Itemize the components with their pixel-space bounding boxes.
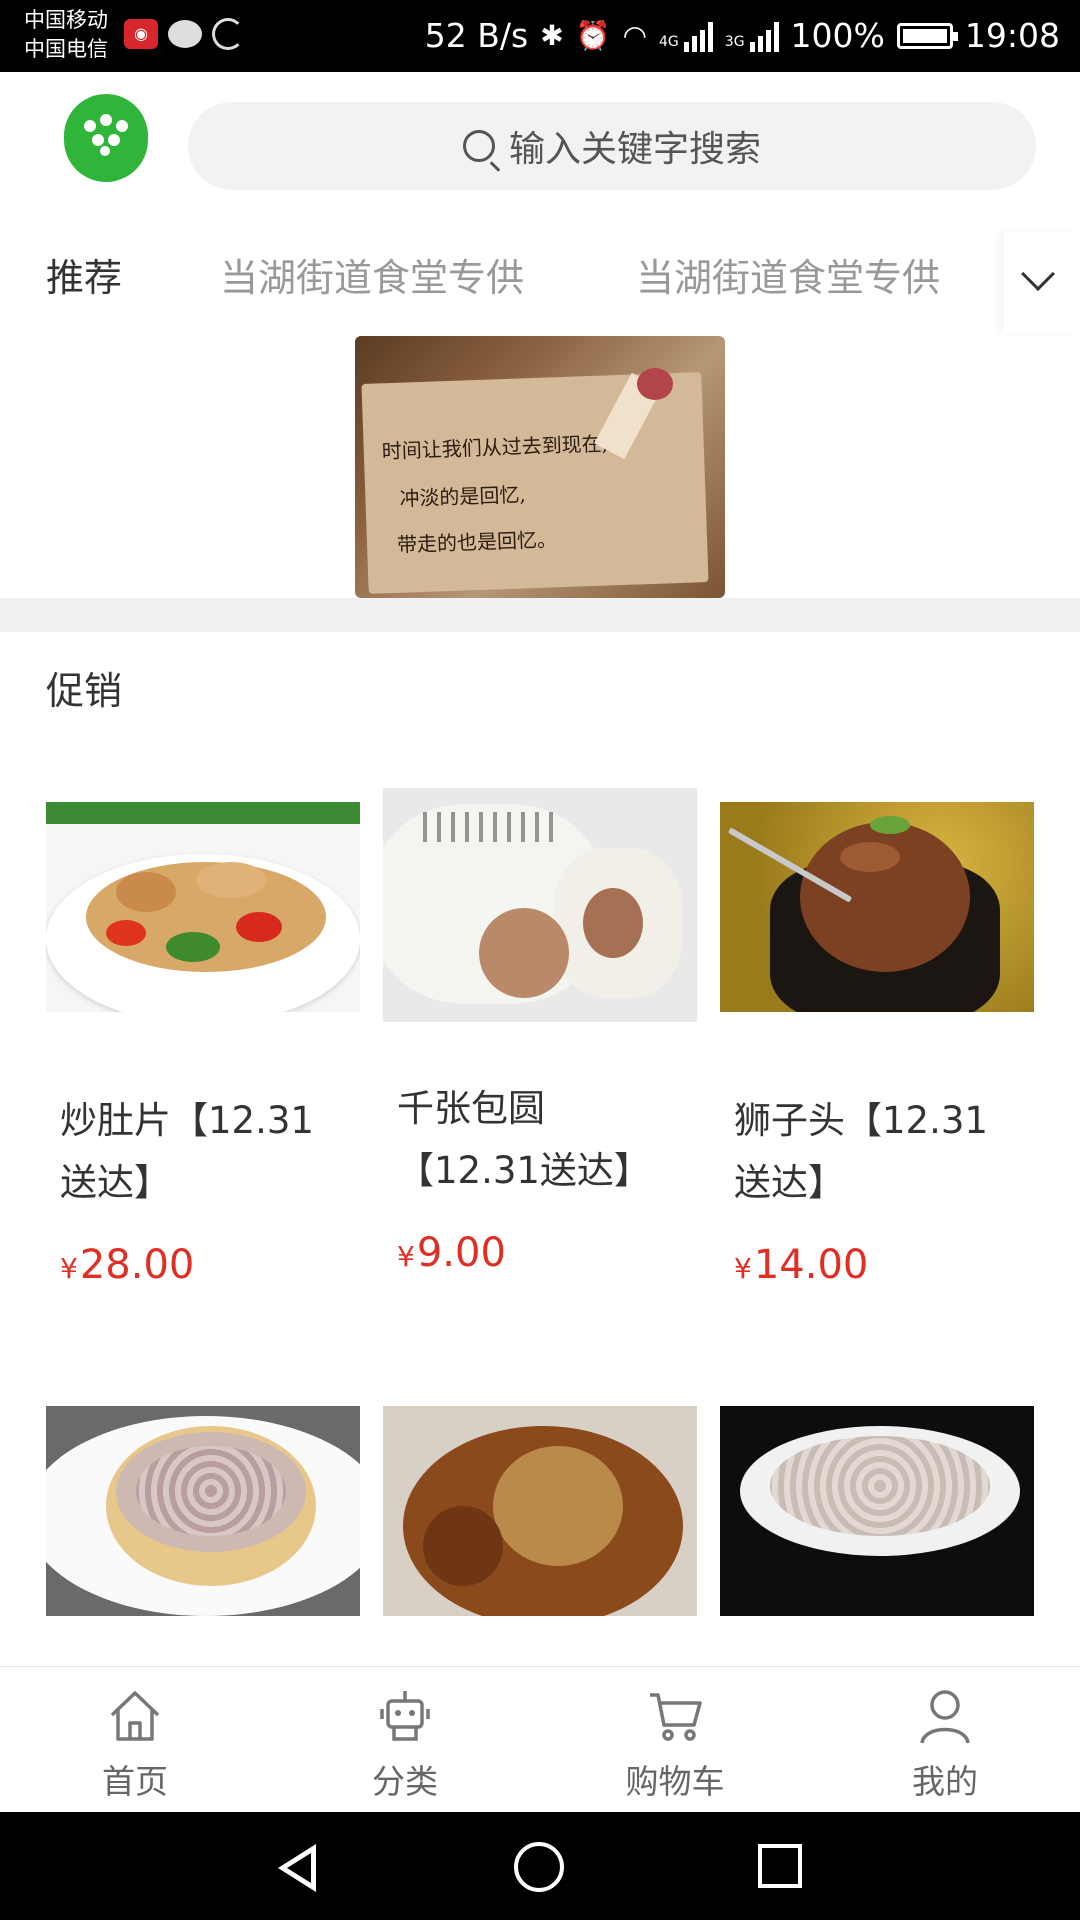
promo-section-title: 促销 [46, 669, 123, 713]
category-icon [380, 1691, 430, 1741]
product-name: 狮子头【12.31送达】 [734, 1099, 988, 1204]
home-icon [110, 1691, 160, 1741]
price-value: 9.00 [416, 1230, 506, 1276]
product-price: ¥14.00 [720, 1242, 1034, 1288]
product-card[interactable]: 炒肚片【12.31送达】 ¥28.00 [46, 790, 360, 1288]
battery-level [902, 29, 947, 43]
carrier-info: 中国移动 中国电信 [24, 6, 108, 64]
product-card[interactable] [383, 1406, 697, 1616]
search-bar[interactable]: 输入关键字搜索 [188, 102, 1036, 190]
cart-icon [650, 1693, 702, 1741]
product-card[interactable]: 狮子头【12.31送达】 ¥14.00 [720, 790, 1034, 1288]
banner-line-1: 时间让我们从过去到现在, [381, 431, 609, 464]
product-image [46, 802, 360, 1012]
network-speed: 52 B/s [424, 16, 529, 55]
product-name: 炒肚片【12.31送达】 [60, 1099, 314, 1204]
weibo-icon: ◉ [124, 19, 158, 49]
nav-home[interactable]: 首页 [0, 1667, 270, 1813]
carrier-1: 中国移动 [24, 8, 108, 32]
nav-category[interactable]: 分类 [270, 1667, 540, 1813]
currency-symbol: ¥ [734, 1252, 752, 1285]
nav-cart-label: 购物车 [625, 1762, 725, 1801]
nav-profile[interactable]: 我的 [810, 1667, 1080, 1813]
home-circle-icon[interactable] [514, 1842, 564, 1892]
app-logo[interactable] [64, 94, 148, 182]
price-value: 14.00 [753, 1242, 869, 1288]
section-divider [0, 598, 1080, 632]
signal-3g-icon: 3G [725, 20, 779, 52]
status-bar: 中国移动 中国电信 ◉ 52 B/s ✱ ⏰ ◠ 4G 3G 100% 19:0… [0, 0, 1080, 72]
back-icon-inner [287, 1853, 311, 1883]
tab-recommend[interactable]: 推荐 [46, 252, 122, 304]
search-placeholder: 输入关键字搜索 [508, 129, 761, 170]
tabs-expand-button[interactable] [1004, 232, 1080, 332]
logo-dots-icon [84, 114, 128, 156]
signal-4g-label: 4G [659, 34, 679, 50]
product-price: ¥9.00 [383, 1230, 697, 1276]
system-navigation-bar [0, 1812, 1080, 1920]
nav-cart[interactable]: 购物车 [540, 1667, 810, 1813]
product-image [383, 1406, 697, 1616]
user-icon [920, 1690, 970, 1744]
signal-4g-icon: 4G [659, 20, 713, 52]
alarm-icon: ⏰ [575, 19, 611, 52]
currency-symbol: ¥ [397, 1240, 415, 1273]
nav-profile-label: 我的 [912, 1762, 978, 1801]
nav-home-label: 首页 [102, 1762, 168, 1801]
product-image [720, 1406, 1034, 1616]
banner-line-2: 冲淡的是回忆, [399, 482, 527, 511]
product-image [383, 788, 697, 1022]
nav-category-label: 分类 [372, 1762, 438, 1801]
product-card[interactable] [46, 1406, 360, 1616]
product-name: 千张包圆【12.31送达】 [397, 1087, 651, 1192]
search-icon [462, 130, 495, 162]
banner-note-card: 时间让我们从过去到现在, 冲淡的是回忆, 带走的也是回忆。 [361, 372, 709, 594]
banner-pig-ornament [637, 368, 673, 400]
carrier-2: 中国电信 [24, 37, 108, 61]
product-card[interactable] [720, 1406, 1034, 1616]
tab-canteen-2[interactable]: 当湖街道食堂专供 [636, 252, 940, 304]
currency-symbol: ¥ [60, 1252, 78, 1285]
battery-icon [896, 23, 958, 49]
recent-apps-icon[interactable] [758, 1844, 802, 1888]
system-status: 52 B/s ✱ ⏰ ◠ 4G 3G 100% 19:08 [425, 14, 1060, 58]
signal-3g-label: 3G [724, 34, 745, 50]
category-tabs: 推荐 当湖街道食堂专供 当湖街道食堂专供 [0, 232, 1080, 332]
message-icon [168, 20, 202, 48]
product-image [720, 802, 1034, 1012]
product-image [46, 1406, 360, 1616]
price-value: 28.00 [79, 1242, 195, 1288]
product-price: ¥28.00 [46, 1242, 360, 1288]
wifi-icon: ◠ [622, 19, 648, 52]
tab-canteen-1[interactable]: 当湖街道食堂专供 [220, 252, 524, 304]
bluetooth-icon: ✱ [540, 19, 564, 52]
notification-icons: ◉ [124, 18, 244, 50]
battery-percent: 100% [790, 16, 885, 55]
banner-line-3: 带走的也是回忆。 [396, 527, 558, 557]
clock: 19:08 [964, 16, 1060, 55]
banner-image[interactable]: 时间让我们从过去到现在, 冲淡的是回忆, 带走的也是回忆。 [355, 336, 725, 598]
sync-icon [212, 18, 244, 50]
chevron-down-icon [1021, 257, 1055, 291]
bottom-navigation: 首页 分类 购物车 我的 [0, 1666, 1080, 1812]
product-card[interactable]: 千张包圆【12.31送达】 ¥9.00 [383, 788, 697, 1276]
